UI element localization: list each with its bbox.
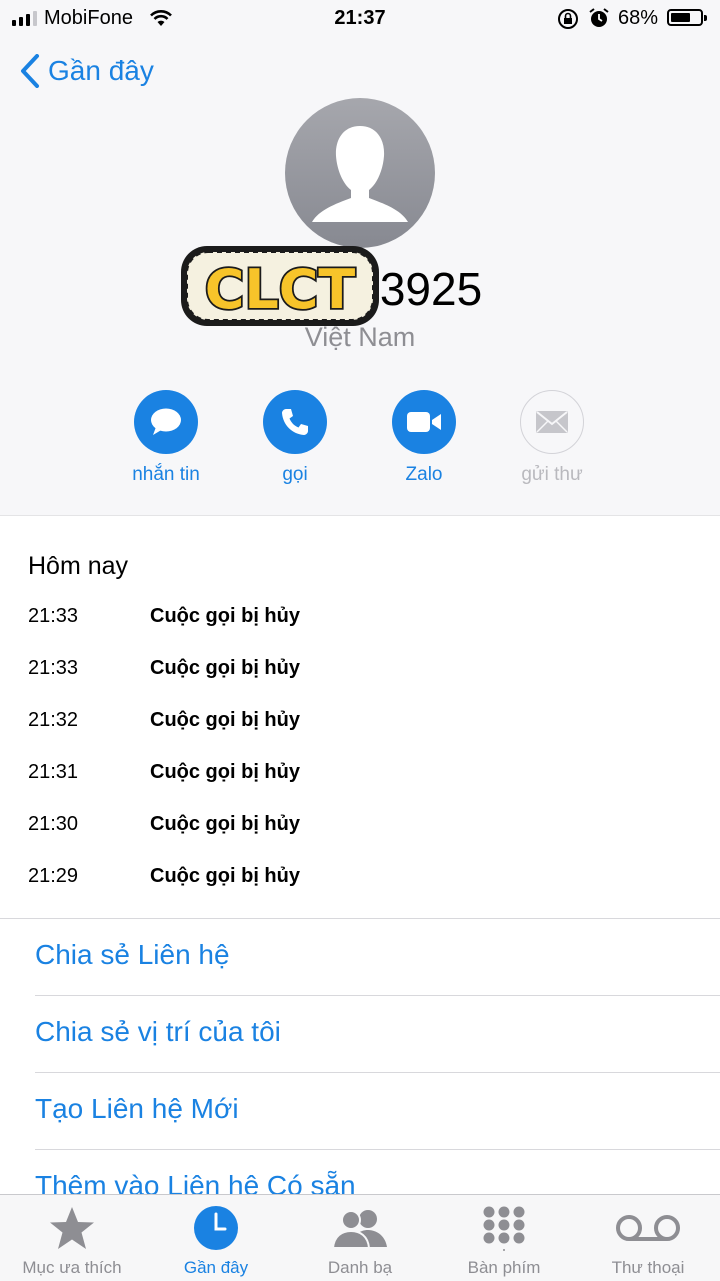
- status-bar: MobiFone 21:37 68%: [0, 0, 720, 36]
- tab-contacts[interactable]: Danh bạ: [288, 1195, 432, 1281]
- call-time: 21:32: [28, 709, 79, 731]
- call-status: Cuộc gọi bị hủy: [150, 761, 300, 783]
- person-silhouette-icon: [312, 126, 408, 222]
- video-icon: [392, 390, 456, 454]
- tab-label: Gần đây: [183, 1258, 249, 1277]
- mail-button: gửi thư: [502, 390, 602, 486]
- create-contact-label: Tạo Liên hệ Mới: [35, 1093, 239, 1124]
- call-log-row: 21:33 Cuộc gọi bị hủy: [0, 605, 720, 657]
- zalo-button[interactable]: Zalo: [374, 390, 474, 486]
- call-status: Cuộc gọi bị hủy: [150, 657, 300, 679]
- call-label: gọi: [282, 464, 308, 485]
- tab-recents[interactable]: Gần đây: [144, 1195, 288, 1281]
- call-log-row: 21:29 Cuộc gọi bị hủy: [0, 865, 720, 917]
- call-log-row: 21:31 Cuộc gọi bị hủy: [0, 761, 720, 813]
- call-time: 21:33: [28, 657, 79, 679]
- call-log-row: 21:33 Cuộc gọi bị hủy: [0, 657, 720, 709]
- call-status: Cuộc gọi bị hủy: [150, 709, 300, 731]
- message-label: nhắn tin: [132, 464, 200, 485]
- tab-label: Thư thoại: [611, 1258, 685, 1277]
- clct-sticker: CLCT: [181, 246, 379, 326]
- star-icon: [0, 1205, 144, 1251]
- mail-icon: [520, 390, 584, 454]
- call-log-row: 21:32 Cuộc gọi bị hủy: [0, 709, 720, 761]
- call-status: Cuộc gọi bị hủy: [150, 865, 300, 887]
- create-contact-link[interactable]: Tạo Liên hệ Mới: [35, 1073, 720, 1149]
- share-contact-link[interactable]: Chia sẻ Liên hệ: [35, 919, 720, 995]
- battery-percent: 68%: [618, 7, 659, 29]
- zalo-label: Zalo: [405, 464, 443, 485]
- clock-icon: [144, 1205, 288, 1251]
- tab-label: Danh bạ: [327, 1258, 393, 1277]
- tab-favorites[interactable]: Mục ưa thích: [0, 1195, 144, 1281]
- tab-bar: Mục ưa thích Gần đây Danh bạ Bàn phím Th…: [0, 1194, 720, 1281]
- message-icon: [134, 390, 198, 454]
- mail-label: gửi thư: [521, 464, 583, 485]
- tab-keypad[interactable]: Bàn phím: [432, 1195, 576, 1281]
- call-time: 21:33: [28, 605, 79, 627]
- chevron-left-icon: [21, 54, 39, 88]
- call-button[interactable]: gọi: [245, 390, 345, 486]
- call-time: 21:30: [28, 813, 79, 835]
- message-button[interactable]: nhắn tin: [116, 390, 216, 486]
- call-status: Cuộc gọi bị hủy: [150, 813, 300, 835]
- keypad-icon: [432, 1205, 576, 1251]
- country-label: Việt Nam: [304, 322, 416, 352]
- contacts-icon: [288, 1205, 432, 1251]
- call-log-row: 21:30 Cuộc gọi bị hủy: [0, 813, 720, 865]
- tab-voicemail[interactable]: Thư thoại: [576, 1195, 720, 1281]
- call-status: Cuộc gọi bị hủy: [150, 605, 300, 627]
- tab-label: Bàn phím: [467, 1258, 541, 1277]
- share-contact-label: Chia sẻ Liên hệ: [35, 939, 230, 970]
- status-time: 21:37: [334, 7, 386, 29]
- call-time: 21:31: [28, 761, 79, 783]
- voicemail-icon: [576, 1205, 720, 1251]
- avatar: [285, 98, 435, 248]
- phone-icon: [263, 390, 327, 454]
- sticker-text: CLCT: [205, 258, 356, 321]
- tab-label: Mục ưa thích: [22, 1258, 122, 1277]
- alarm-icon: [589, 8, 609, 27]
- rotation-lock-icon: [558, 9, 578, 29]
- share-location-label: Chia sẻ vị trí của tôi: [35, 1016, 281, 1047]
- history-date-heading: Hôm nay: [28, 552, 129, 580]
- battery-icon: [667, 9, 707, 26]
- call-time: 21:29: [28, 865, 79, 887]
- share-location-link[interactable]: Chia sẻ vị trí của tôi: [35, 996, 720, 1072]
- back-button[interactable]: Gần đây: [20, 54, 154, 88]
- back-label: Gần đây: [48, 55, 154, 86]
